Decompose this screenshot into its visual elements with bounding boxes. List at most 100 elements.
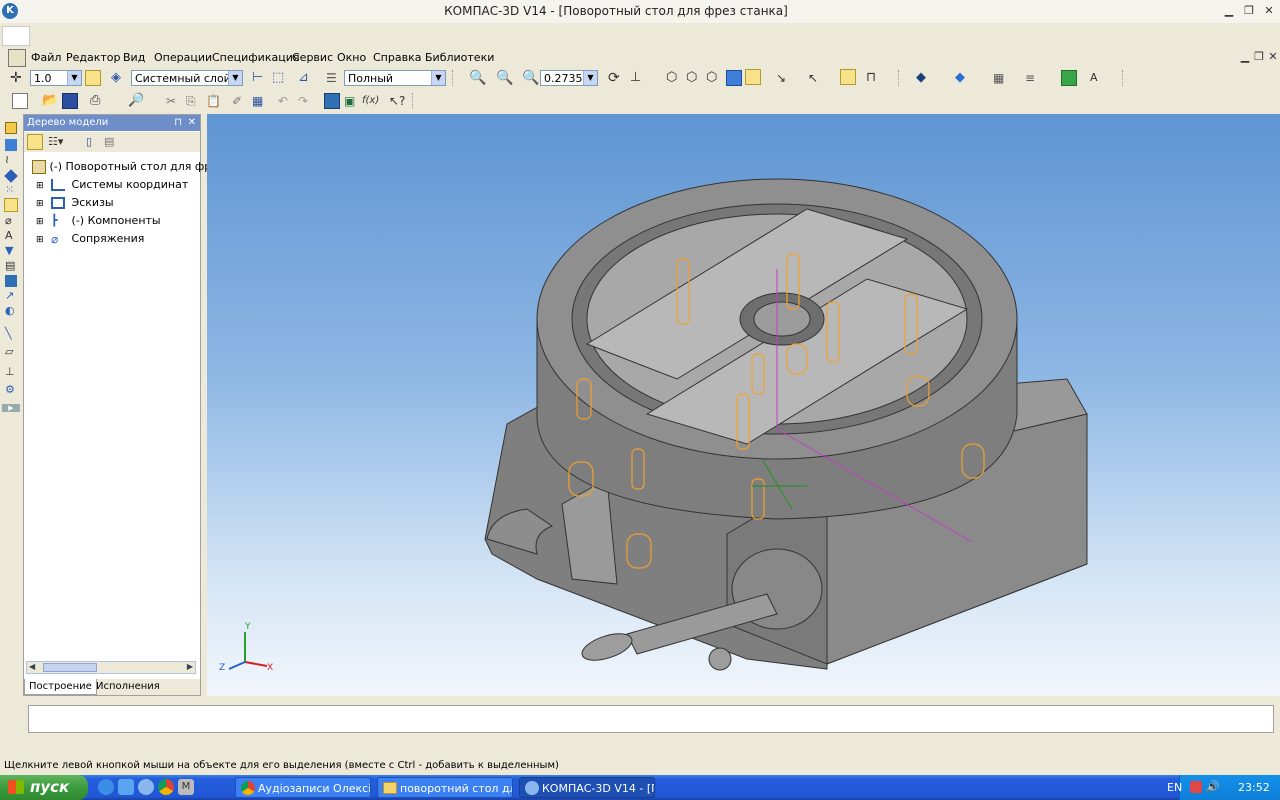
- task-folder[interactable]: поворотний стол дл...: [377, 777, 513, 798]
- mate-icon[interactable]: ⌀: [5, 215, 17, 227]
- array-icon[interactable]: ⁙: [5, 184, 17, 196]
- properties-icon[interactable]: ✐: [232, 93, 248, 109]
- step-cursor-icon[interactable]: ✛: [10, 70, 26, 86]
- hidden-thin-icon[interactable]: ⬡: [706, 70, 722, 86]
- start-button[interactable]: пуск: [0, 775, 88, 800]
- zoom-window-icon[interactable]: 🔍: [469, 70, 486, 86]
- doc-restore-button[interactable]: ❐: [1252, 50, 1266, 64]
- step-select[interactable]: 1.0 ▼: [30, 70, 82, 86]
- spec-icon[interactable]: ▦: [993, 70, 1009, 86]
- line-icon[interactable]: ╲: [5, 328, 17, 340]
- hidden-lines-icon[interactable]: ⬡: [686, 70, 702, 86]
- expand-plus-icon[interactable]: ⊞: [36, 235, 44, 245]
- crank-knob[interactable]: [708, 647, 732, 671]
- measure-icon[interactable]: ⊿: [298, 70, 314, 86]
- desktop-quicklaunch-icon[interactable]: [118, 779, 134, 795]
- layers-list-icon[interactable]: ≡: [1025, 70, 1041, 86]
- scroll-right-icon[interactable]: ▶: [187, 662, 193, 671]
- menu-view[interactable]: Вид: [123, 51, 145, 64]
- filter-icon[interactable]: ▼: [5, 245, 17, 257]
- doc-close-button[interactable]: ✕: [1266, 50, 1280, 64]
- toolbar-grip[interactable]: [1122, 70, 1126, 86]
- zoom-fit-icon[interactable]: 🔍: [496, 70, 513, 86]
- select-icon[interactable]: ↖: [808, 70, 824, 86]
- menu-edit[interactable]: Редактор: [66, 51, 121, 64]
- undo-icon[interactable]: ↶: [278, 93, 294, 109]
- tree-structure-icon[interactable]: [27, 134, 43, 150]
- wireframe-icon[interactable]: ⬡: [666, 70, 682, 86]
- menu-specification[interactable]: Спецификация: [212, 51, 299, 64]
- snap-icon[interactable]: [85, 70, 101, 86]
- task-chrome[interactable]: Аудіозаписи Олексія...: [235, 777, 371, 798]
- curve-icon[interactable]: ≀: [5, 154, 17, 166]
- volume-icon[interactable]: 🔊: [1206, 780, 1220, 794]
- selection-filter-icon[interactable]: ↘: [776, 70, 792, 86]
- zoom-select[interactable]: 0.2735 ▼: [540, 70, 598, 86]
- redo-icon[interactable]: ↷: [298, 93, 314, 109]
- chrome-quicklaunch-icon[interactable]: [158, 779, 174, 795]
- task-kompas[interactable]: КОМПАС-3D V14 - [П...: [519, 777, 655, 798]
- dimensions-icon[interactable]: A: [5, 230, 17, 242]
- ie-quicklaunch-icon[interactable]: [98, 779, 114, 795]
- help-pointer-icon[interactable]: ↖?: [389, 93, 405, 109]
- text-format-icon[interactable]: A: [1090, 70, 1106, 86]
- antivirus-icon[interactable]: [1190, 781, 1202, 793]
- expand-plus-icon[interactable]: ⊞: [36, 181, 44, 191]
- shaded-icon[interactable]: [726, 70, 742, 86]
- tree-root[interactable]: (-) Поворотный стол для фрезе: [32, 158, 231, 176]
- manager-icon[interactable]: [324, 93, 340, 109]
- mail-quicklaunch-icon[interactable]: M: [178, 779, 194, 795]
- edit-part-icon[interactable]: [5, 122, 17, 134]
- aux-geometry-icon[interactable]: [4, 198, 18, 212]
- language-indicator[interactable]: EN: [1167, 775, 1182, 800]
- layer-select[interactable]: Системный слой (0)▼: [131, 70, 243, 101]
- coordinate-system-icon[interactable]: ⊢: [252, 70, 268, 86]
- pan-icon[interactable]: ⊥: [630, 70, 646, 86]
- close-button[interactable]: ✕: [1262, 4, 1276, 18]
- tree-item-sketches[interactable]: ⊞ Эскизы: [36, 194, 114, 212]
- scroll-left-icon[interactable]: ◀: [29, 662, 35, 671]
- tab-versions[interactable]: Исполнения: [92, 679, 164, 694]
- tree-item-components[interactable]: ⊞ ┣ (-) Компоненты: [36, 212, 161, 230]
- property-bar[interactable]: [28, 705, 1274, 733]
- paste-icon[interactable]: 📋: [206, 93, 222, 109]
- solid-icon[interactable]: [5, 139, 17, 151]
- tree-item-coordinate-systems[interactable]: ⊞ Системы координат: [36, 176, 188, 194]
- print-icon[interactable]: ⎙: [90, 93, 106, 109]
- toolbar-grip[interactable]: [412, 93, 416, 109]
- menu-help[interactable]: Справка: [373, 51, 421, 64]
- expand-plus-icon[interactable]: ⊞: [36, 217, 44, 227]
- rotate-icon[interactable]: ⟳: [608, 70, 624, 86]
- menu-service[interactable]: Сервис: [292, 51, 333, 64]
- report-icon[interactable]: [5, 275, 17, 287]
- restore-button[interactable]: ❐: [1242, 4, 1256, 18]
- preview-icon[interactable]: 🔎: [128, 93, 144, 109]
- spec-object-icon[interactable]: ▤: [5, 260, 17, 272]
- minimize-button[interactable]: ▁: [1222, 4, 1236, 18]
- tree-list-icon[interactable]: ▤: [104, 134, 120, 150]
- toolbar-grip[interactable]: [452, 70, 456, 86]
- save-icon[interactable]: [62, 93, 78, 109]
- menu-window[interactable]: Окно: [337, 51, 366, 64]
- axis-icon[interactable]: ⊥: [5, 366, 17, 378]
- variables-icon[interactable]: ▣: [344, 93, 360, 109]
- table-icon[interactable]: ▦: [252, 93, 268, 109]
- function-icon[interactable]: f(x): [362, 93, 379, 109]
- document-icon[interactable]: [8, 49, 26, 67]
- doc-minimize-button[interactable]: ▁: [1238, 50, 1252, 64]
- pin-icon[interactable]: ⊓: [174, 115, 182, 131]
- section-icon[interactable]: ⊓: [866, 70, 882, 86]
- layers-icon[interactable]: ◈: [111, 70, 127, 86]
- panel-expand-icon[interactable]: ▶: [2, 404, 20, 412]
- tree-sequence-icon[interactable]: ☷▾: [48, 134, 64, 150]
- assembly-icon[interactable]: ◆: [916, 70, 932, 86]
- library-icon[interactable]: [1061, 70, 1077, 86]
- tree-item-mates[interactable]: ⊞ ⌀ Сопряжения: [36, 230, 144, 248]
- menu-libraries[interactable]: Библиотеки: [425, 51, 494, 64]
- menu-file[interactable]: Файл: [31, 51, 61, 64]
- tree-doc-icon[interactable]: ▯: [86, 134, 102, 150]
- horizontal-scrollbar[interactable]: ◀ ▶: [26, 661, 196, 674]
- tab-build[interactable]: Построение: [24, 679, 97, 695]
- open-folder-icon[interactable]: 📂: [42, 93, 58, 109]
- surface-icon[interactable]: [4, 169, 18, 183]
